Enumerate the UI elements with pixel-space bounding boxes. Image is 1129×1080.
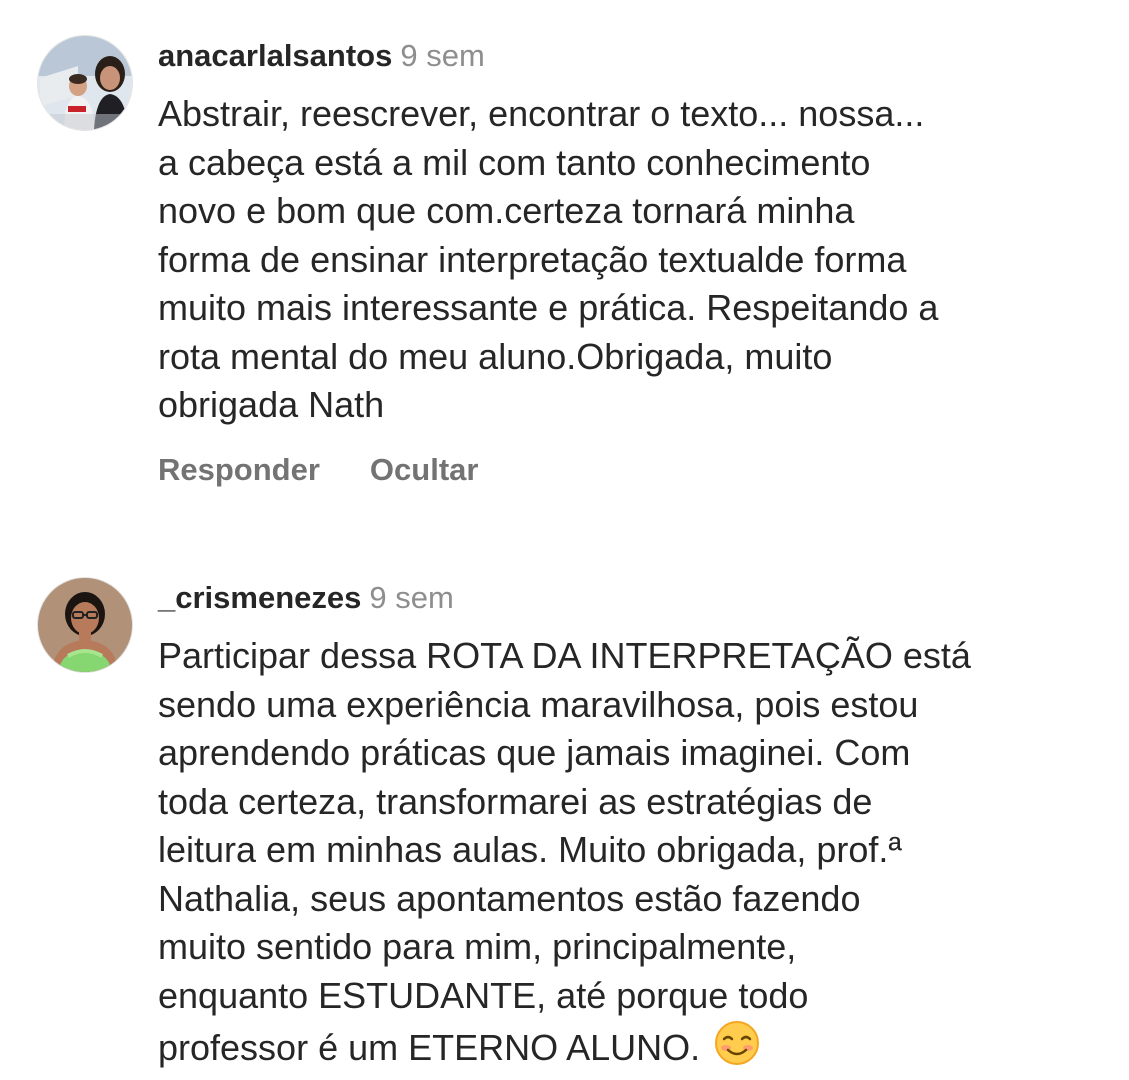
comment-text-line: obrigada Nath xyxy=(158,384,385,425)
comment-text-line: enquanto ESTUDANTE, até porque todo xyxy=(158,974,809,1016)
comment-text-line: forma de ensinar interpretação textualde… xyxy=(158,238,907,280)
comment-text-line: leitura em minhas aulas. Muito obrigada,… xyxy=(158,829,902,870)
comment-header: anacarlalsantos 9 sem xyxy=(158,36,485,76)
comment-text-line: aprendendo práticas que jamais imaginei.… xyxy=(158,732,911,773)
comment-header: _crismenezes 9 sem xyxy=(158,578,454,618)
smiling-face-icon xyxy=(714,1020,760,1079)
comment-text: Participar dessa ROTA DA INTERPRETAÇÃO e… xyxy=(158,632,1118,1079)
username-link[interactable]: anacarlalsantos xyxy=(158,38,392,73)
comment-text-line: a cabeça está a mil com tanto conhecimen… xyxy=(158,141,871,183)
comment-text-last: professor é um ETERNO ALUNO. xyxy=(158,1027,701,1068)
comment-text-line: sendo uma experiência maravilhosa, pois … xyxy=(158,683,919,725)
comment-text-line: professor é um ETERNO ALUNO. xyxy=(158,1020,1118,1079)
hide-button[interactable]: Ocultar xyxy=(370,452,479,487)
user-photo-icon xyxy=(38,36,132,130)
user-photo-icon xyxy=(38,578,132,672)
comment-text-line: muito sentido para mim, principalmente, xyxy=(158,926,797,967)
comment-text-line: novo e bom que com.certeza tornará minha xyxy=(158,190,855,231)
comment-text-line: rota mental do meu aluno.Obrigada, muito xyxy=(158,335,833,377)
username-link[interactable]: _crismenezes xyxy=(158,580,361,615)
comment-text-line: Abstrair, reescrever, encontrar o texto.… xyxy=(158,93,925,134)
comment-text-line: muito mais interessante e prática. Respe… xyxy=(158,287,939,328)
comment-text: Abstrair, reescrever, encontrar o texto.… xyxy=(158,90,1118,430)
avatar[interactable] xyxy=(37,577,133,673)
comment-text-line: Nathalia, seus apontamentos estão fazend… xyxy=(158,877,861,919)
comment-text-line: Participar dessa ROTA DA INTERPRETAÇÃO e… xyxy=(158,635,971,676)
comment-actions: Responder Ocultar xyxy=(158,450,478,490)
comment-timestamp: 9 sem xyxy=(369,580,454,615)
reply-button[interactable]: Responder xyxy=(158,452,320,487)
comment-timestamp: 9 sem xyxy=(400,38,485,73)
avatar[interactable] xyxy=(37,35,133,131)
comment-text-line: toda certeza, transformarei as estratégi… xyxy=(158,780,873,822)
